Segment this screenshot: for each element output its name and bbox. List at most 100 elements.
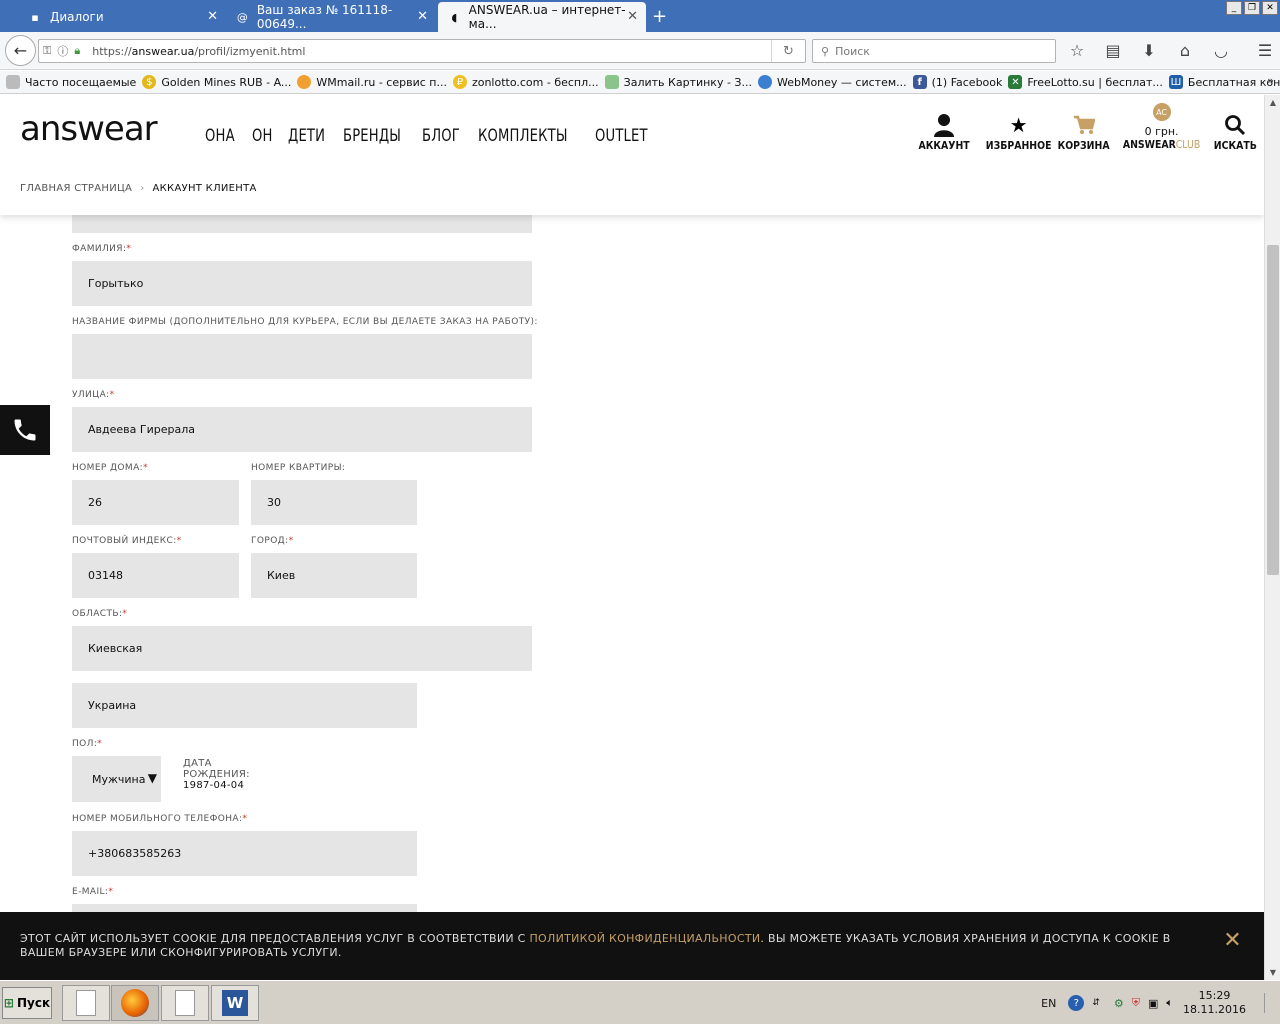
tab-order[interactable]: @ Ваш заказ № 161118-00649... ✕ xyxy=(226,2,436,32)
nav-outlet[interactable]: OUTLET xyxy=(595,126,648,146)
image-upload-icon xyxy=(604,75,619,89)
nav-sets[interactable]: КОМПЛЕКТЫ xyxy=(478,126,568,146)
tab-close-icon[interactable]: ✕ xyxy=(627,9,638,24)
bookmark-item[interactable]: WebMoney — систем... xyxy=(757,75,907,89)
nav-kids[interactable]: ДЕТИ xyxy=(288,126,325,146)
email-label: E-MAIL:* xyxy=(72,887,114,897)
main-nav: ОНА ОН ДЕТИ БРЕНДЫ БЛОГ КОМПЛЕКТЫ OUTLET xyxy=(205,126,648,146)
surname-field[interactable]: Горытько xyxy=(72,261,532,306)
bookmark-item[interactable]: ✕ FreeLotto.su | бесплат... xyxy=(1008,75,1163,89)
bookmark-item[interactable]: Залить Картинку - З... xyxy=(604,75,752,89)
phone-icon xyxy=(14,419,36,441)
system-tray: EN ? ⇵ ⚙ ⛨ ▣ 🔈︎ 15:29 18.11.2016 xyxy=(1041,985,1280,1021)
nav-blog[interactable]: БЛОГ xyxy=(422,126,460,146)
magnifier-icon xyxy=(1224,111,1246,139)
minimize-icon[interactable]: _ xyxy=(1226,1,1242,15)
volume-icon[interactable]: 🔈︎ xyxy=(1166,996,1173,1010)
bookmark-item[interactable]: ШБесплатная консуль... xyxy=(1168,75,1280,89)
word-icon: W xyxy=(222,990,248,1016)
document-icon xyxy=(76,990,96,1016)
search-input[interactable]: ⚲ Поиск xyxy=(812,39,1056,63)
new-tab-plus-icon[interactable]: + xyxy=(652,6,667,27)
scroll-thumb[interactable] xyxy=(1267,245,1279,575)
start-button[interactable]: ⊞ Пуск xyxy=(2,987,52,1019)
taskbar-item[interactable] xyxy=(62,985,110,1021)
answear-logo[interactable]: answear xyxy=(20,109,158,149)
close-icon[interactable]: ✕ xyxy=(1223,928,1242,953)
browser-tabbar: ▪ Диалоги ✕ @ Ваш заказ № 161118-00649..… xyxy=(0,0,1280,32)
bookmark-item[interactable]: $ Golden Mines RUB - A... xyxy=(142,75,291,89)
company-label: НАЗВАНИЕ ФИРМЫ (ДОПОЛНИТЕЛЬНО ДЛЯ КУРЬЕР… xyxy=(72,317,538,327)
gender-select[interactable]: Мужчина ▼ xyxy=(72,756,161,802)
bookmark-item[interactable]: f (1) Facebook xyxy=(912,75,1002,89)
apartment-field[interactable]: 30 xyxy=(251,480,417,525)
nav-brands[interactable]: БРЕНДЫ xyxy=(343,126,401,146)
back-arrow-icon[interactable]: ← xyxy=(5,35,36,66)
account-link[interactable]: АККАУНТ xyxy=(914,111,974,152)
reading-list-icon[interactable]: ▤ xyxy=(1102,41,1124,60)
phone-field[interactable]: +380683585263 xyxy=(72,831,417,876)
taskbar-item-word[interactable]: W xyxy=(211,985,259,1021)
company-field[interactable] xyxy=(72,334,532,379)
taskbar-item-firefox[interactable] xyxy=(111,985,159,1021)
network-icon[interactable]: ⚙ xyxy=(1114,997,1124,1010)
answear-club-link[interactable]: AC 0 грн. ANSWEARCLUB xyxy=(1116,103,1207,151)
monitor-icon[interactable]: ▣ xyxy=(1148,997,1158,1010)
shield-icon[interactable]: ⛨ xyxy=(1132,996,1140,1010)
pocket-icon[interactable]: ◡ xyxy=(1210,41,1232,60)
taskbar-item[interactable] xyxy=(161,985,209,1021)
breadcrumb-home[interactable]: ГЛАВНАЯ СТРАНИЦА xyxy=(20,183,132,194)
language-indicator[interactable]: EN xyxy=(1041,997,1056,1010)
firstname-field-partial[interactable] xyxy=(72,215,532,233)
city-field[interactable]: Киев xyxy=(251,553,417,598)
star-icon: ★ xyxy=(1009,113,1028,137)
country-field[interactable]: Украина xyxy=(72,683,417,728)
tab-answear[interactable]: ◖ ANSWEAR.ua – интернет-ма... ✕ xyxy=(438,2,646,32)
bookmark-item[interactable]: Часто посещаемые xyxy=(6,75,136,89)
search-link[interactable]: ИСКАТЬ xyxy=(1210,111,1261,152)
menu-icon[interactable]: ☰ xyxy=(1254,41,1276,60)
favorites-link[interactable]: ★ ИЗБРАННОЕ xyxy=(980,111,1057,152)
close-window-icon[interactable]: ✕ xyxy=(1262,1,1278,15)
tab-dialogs[interactable]: ▪ Диалоги ✕ xyxy=(18,2,226,32)
phone-label: НОМЕР МОБИЛЬНОГО ТЕЛЕФОНА:* xyxy=(72,814,248,824)
postcode-field[interactable]: 03148 xyxy=(72,553,239,598)
site-header: answear ОНА ОН ДЕТИ БРЕНДЫ БЛОГ КОМПЛЕКТ… xyxy=(0,95,1264,215)
privacy-policy-link[interactable]: ПОЛИТИКОЙ КОНФИДЕНЦИАЛЬНОСТИ xyxy=(529,932,760,945)
cart-link[interactable]: КОРЗИНА xyxy=(1053,111,1114,152)
region-field[interactable]: Киевская xyxy=(72,626,532,671)
restore-icon[interactable]: ❐ xyxy=(1244,1,1260,15)
street-field[interactable]: Авдеева Гирерала xyxy=(72,407,532,452)
browser-navbar: ← ⚿ ⓘ 🔒︎ https://answear.ua/profil/izmye… xyxy=(0,32,1280,70)
user-icon xyxy=(933,111,955,139)
address-bar[interactable]: ⚿ ⓘ 🔒︎ https://answear.ua/profil/izmyeni… xyxy=(38,39,806,63)
facebook-icon: f xyxy=(912,75,927,89)
tab-close-icon[interactable]: ✕ xyxy=(417,9,428,24)
tab-close-icon[interactable]: ✕ xyxy=(207,9,218,24)
download-icon[interactable]: ⬇ xyxy=(1138,41,1160,60)
nav-he[interactable]: ОН xyxy=(252,126,273,146)
url-text[interactable]: https://answear.ua/profil/izmyenit.html xyxy=(92,45,305,58)
key-icon[interactable]: ⚿ xyxy=(43,44,51,58)
help-icon[interactable]: ? xyxy=(1068,995,1085,1011)
tray-expand-icon[interactable]: ⇵ xyxy=(1092,998,1100,1008)
show-desktop-icon[interactable] xyxy=(1264,993,1278,1013)
bookmark-item[interactable]: ₽ zonlotto.com - беспл... xyxy=(452,75,599,89)
breadcrumb: ГЛАВНАЯ СТРАНИЦА › АККАУНТ КЛИЕНТА xyxy=(20,183,257,194)
nav-she[interactable]: ОНА xyxy=(205,126,235,146)
bookmark-item[interactable]: WMmail.ru - сервис п... xyxy=(297,75,447,89)
club-badge-icon: AC xyxy=(1152,103,1171,121)
bookmark-star-icon[interactable]: ☆ xyxy=(1066,41,1088,60)
reload-icon[interactable]: ↻ xyxy=(771,40,805,62)
scroll-down-icon[interactable]: ▼ xyxy=(1265,965,1280,980)
lock-icon: 🔒︎ xyxy=(74,44,81,57)
page-scrollbar[interactable]: ▲ ▼ xyxy=(1264,95,1280,980)
info-icon[interactable]: ⓘ xyxy=(57,43,68,59)
home-icon[interactable]: ⌂ xyxy=(1174,41,1196,60)
clock[interactable]: 15:29 18.11.2016 xyxy=(1183,989,1246,1017)
window-controls: _ ❐ ✕ xyxy=(1226,1,1278,15)
call-button[interactable] xyxy=(0,405,50,455)
scroll-up-icon[interactable]: ▲ xyxy=(1265,95,1280,110)
bookmarks-overflow-icon[interactable]: » xyxy=(1267,74,1274,87)
house-field[interactable]: 26 xyxy=(72,480,239,525)
